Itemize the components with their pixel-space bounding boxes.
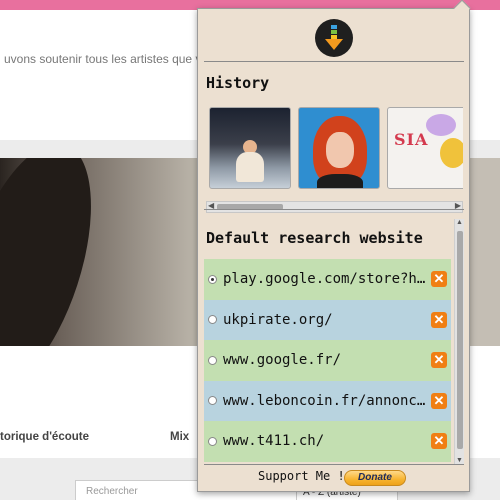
delete-icon[interactable]: ✕ xyxy=(431,352,447,368)
website-row[interactable]: www.google.fr/ ✕ xyxy=(204,340,451,381)
website-radio[interactable] xyxy=(208,315,217,325)
separator xyxy=(204,209,464,210)
delete-icon[interactable]: ✕ xyxy=(431,311,447,328)
website-radio[interactable] xyxy=(208,436,217,446)
extension-popup: History SIA ◀ ▶ Default research website… xyxy=(197,0,471,492)
website-url: www.google.fr/ xyxy=(223,352,342,369)
website-row[interactable]: www.leboncoin.fr/annonces/ ✕ xyxy=(204,380,451,421)
delete-icon[interactable]: ✕ xyxy=(431,392,447,409)
history-album-cover[interactable]: SIA xyxy=(387,107,463,189)
website-radio[interactable] xyxy=(208,274,217,284)
website-url: ukpirate.org/ xyxy=(223,311,333,328)
website-row[interactable]: ukpirate.org/ ✕ xyxy=(204,299,451,340)
website-url: www.leboncoin.fr/annonces/ xyxy=(223,392,431,409)
website-row[interactable]: play.google.com/store?hl=fr ✕ xyxy=(204,259,451,300)
delete-icon[interactable]: ✕ xyxy=(431,433,447,449)
tab-mix[interactable]: Mix xyxy=(170,431,189,443)
website-row[interactable]: www.t411.ch/ ✕ xyxy=(204,421,451,462)
download-logo-icon xyxy=(315,19,353,57)
history-horizontal-scrollbar[interactable]: ◀ ▶ xyxy=(206,201,463,213)
history-album-cover[interactable] xyxy=(209,107,291,189)
research-website-title: Default research website xyxy=(206,229,423,247)
separator xyxy=(204,61,464,62)
scroll-up-icon[interactable]: ▲ xyxy=(456,219,463,226)
donate-button[interactable]: Donate xyxy=(344,470,406,486)
website-radio[interactable] xyxy=(208,355,217,365)
separator xyxy=(204,464,464,465)
history-album-cover[interactable] xyxy=(298,107,380,189)
scroll-down-icon[interactable]: ▼ xyxy=(456,457,463,464)
website-radio[interactable] xyxy=(208,396,217,406)
list-vertical-scrollbar[interactable]: ▲ ▼ xyxy=(454,219,464,464)
album-cover-text: SIA xyxy=(394,130,429,149)
history-title: History xyxy=(206,74,270,92)
website-url: play.google.com/store?hl=fr xyxy=(223,271,431,288)
website-url: www.t411.ch/ xyxy=(223,433,325,450)
intro-text: uvons soutenir tous les artistes que v xyxy=(4,52,202,66)
website-list: play.google.com/store?hl=fr ✕ ukpirate.o… xyxy=(204,259,451,462)
tab-listening-history[interactable]: torique d'écoute xyxy=(0,431,89,443)
delete-icon[interactable]: ✕ xyxy=(431,271,447,287)
history-strip: SIA xyxy=(206,105,463,203)
support-text: Support Me ! xyxy=(258,469,345,483)
